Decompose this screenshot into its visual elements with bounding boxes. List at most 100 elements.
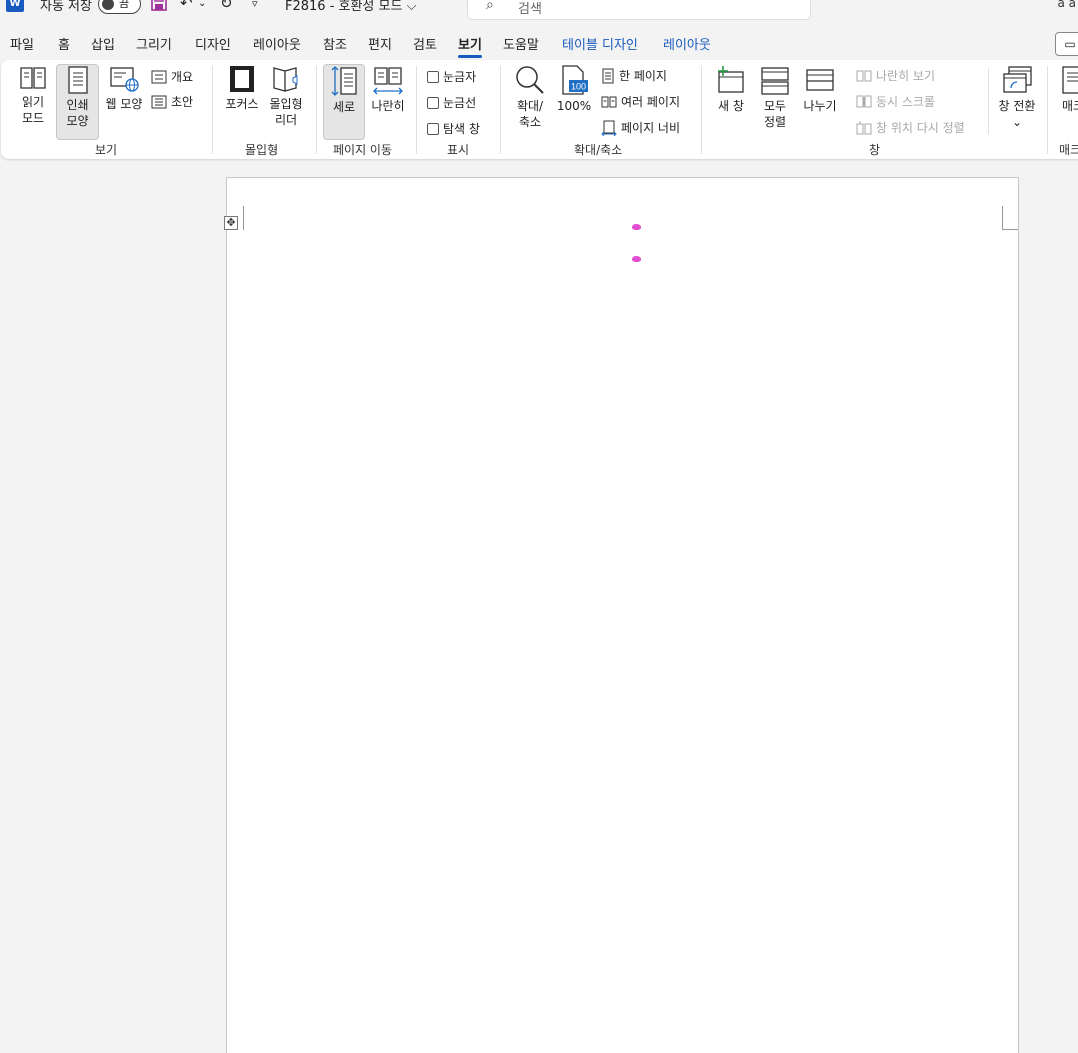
- vertical-scroll-icon: [331, 66, 357, 96]
- tab-view[interactable]: 보기: [458, 34, 482, 58]
- vertical-button[interactable]: 세로: [323, 64, 365, 140]
- reset-window-position-button[interactable]: 창 위치 다시 정렬: [856, 119, 965, 136]
- document-title[interactable]: F2816 - 호환성 모드 ⌵: [285, 0, 416, 14]
- synchronous-scrolling-button[interactable]: 동시 스크롤: [856, 93, 935, 110]
- gridlines-checkbox[interactable]: 눈금선: [427, 94, 476, 111]
- toggle-knob: [102, 0, 114, 10]
- ribbon-view: 읽기 모드 인쇄 모양 웹 모양 개요 초안 보기 포커스 몰입형 리더 몰입형…: [1, 60, 1078, 159]
- page-width-button[interactable]: 페이지 너비: [601, 119, 680, 136]
- zoom-group-label: 확대/축소: [574, 143, 623, 157]
- multiple-pages-button[interactable]: 여러 페이지: [601, 93, 680, 110]
- comment-icon: ▭: [1064, 37, 1076, 51]
- redo-icon[interactable]: ↻: [220, 0, 233, 12]
- autosave-state: 끔: [119, 0, 130, 10]
- tab-design[interactable]: 디자인: [195, 34, 231, 53]
- tab-file[interactable]: 파일: [10, 34, 34, 53]
- tab-help[interactable]: 도움말: [503, 34, 539, 53]
- table-move-handle-icon[interactable]: ✥: [224, 216, 238, 230]
- tab-mailings[interactable]: 편지: [368, 34, 392, 53]
- read-mode-button[interactable]: 읽기 모드: [13, 64, 53, 126]
- one-page-button[interactable]: 한 페이지: [601, 67, 667, 84]
- new-window-icon: [718, 66, 744, 93]
- read-mode-icon: [20, 67, 46, 89]
- macros-icon: [1062, 66, 1078, 94]
- multiple-pages-icon: [601, 96, 617, 107]
- tab-insert[interactable]: 삽입: [91, 34, 115, 53]
- focus-icon: [230, 66, 254, 92]
- reset-window-position-icon: [856, 120, 872, 134]
- undo-icon[interactable]: ↶: [180, 0, 193, 12]
- user-name[interactable]: a a: [1057, 0, 1076, 10]
- outline-button[interactable]: 개요: [151, 68, 193, 85]
- zoom-button[interactable]: 확대/ 축소: [509, 64, 551, 130]
- ruler-label: 눈금자: [443, 70, 477, 84]
- view-side-by-side-button[interactable]: 나란히 보기: [856, 67, 935, 84]
- autosave-toggle[interactable]: 끔: [98, 0, 141, 14]
- search-box[interactable]: ⌕ 검색: [467, 0, 811, 20]
- word-app-icon: W: [6, 0, 24, 12]
- macros-group-label: 매크: [1059, 143, 1078, 157]
- view-side-by-side-icon: [856, 70, 872, 81]
- page-movement-group-label: 페이지 이동: [333, 143, 393, 157]
- page-width-label: 페이지 너비: [621, 121, 681, 135]
- multiple-pages-label: 여러 페이지: [621, 95, 681, 109]
- crop-mark-top-left: [243, 206, 244, 230]
- separator: [500, 66, 501, 154]
- customize-qat-icon[interactable]: ▿: [252, 0, 258, 10]
- arrange-all-label-2: 정렬: [763, 115, 787, 129]
- tab-references[interactable]: 참조: [323, 34, 347, 53]
- macros-button[interactable]: 매크: [1055, 64, 1078, 114]
- print-layout-label-2: 모양: [66, 114, 89, 128]
- tab-review[interactable]: 검토: [413, 34, 437, 53]
- tab-table-layout[interactable]: 레이아웃: [663, 34, 711, 53]
- arrange-all-label-1: 모두: [763, 99, 787, 113]
- new-window-button[interactable]: 새 창: [711, 64, 751, 114]
- separator: [701, 66, 702, 154]
- web-layout-button[interactable]: 웹 모양: [102, 64, 146, 112]
- checkbox-icon: [427, 70, 439, 83]
- search-icon: ⌕: [486, 0, 494, 13]
- view-side-by-side-label: 나란히 보기: [876, 69, 936, 83]
- side-to-side-button[interactable]: 나란히: [367, 64, 409, 114]
- tab-table-design[interactable]: 테이블 디자인: [562, 34, 638, 53]
- navigation-pane-checkbox[interactable]: 탐색 창: [427, 120, 480, 137]
- zoom-100-badge: 100: [571, 82, 586, 92]
- focus-button[interactable]: 포커스: [221, 64, 263, 112]
- print-layout-button[interactable]: 인쇄 모양: [56, 64, 99, 140]
- switch-windows-button[interactable]: 창 전환 ⌄: [993, 64, 1041, 130]
- outline-label: 개요: [171, 70, 194, 84]
- tab-home[interactable]: 홈: [58, 34, 70, 53]
- split-icon: [806, 69, 834, 91]
- draft-icon: [151, 95, 167, 108]
- checkbox-icon: [427, 122, 439, 135]
- gridlines-label: 눈금선: [443, 96, 477, 110]
- paragraph-mark: [632, 256, 641, 262]
- separator: [316, 66, 317, 154]
- views-group-label: 보기: [95, 143, 118, 157]
- checkbox-icon: [427, 96, 439, 109]
- zoom-100-icon: 100: [562, 65, 588, 95]
- undo-dropdown-icon[interactable]: ⌄: [198, 0, 206, 9]
- split-label: 나누기: [803, 99, 837, 113]
- side-to-side-label: 나란히: [371, 99, 405, 113]
- print-layout-icon: [67, 66, 88, 94]
- switch-windows-chevron-icon: ⌄: [1011, 115, 1023, 129]
- document-page[interactable]: ✥: [224, 177, 1019, 1053]
- ruler-checkbox[interactable]: 눈금자: [427, 68, 476, 85]
- side-to-side-icon: [373, 67, 403, 95]
- zoom-100-button[interactable]: 100 100%: [554, 64, 594, 114]
- save-icon[interactable]: [150, 0, 168, 16]
- arrange-all-button[interactable]: 모두 정렬: [755, 64, 795, 130]
- draft-button[interactable]: 초안: [151, 93, 193, 110]
- vertical-label: 세로: [332, 100, 356, 114]
- immersive-reader-button[interactable]: 몰입형 리더: [265, 64, 307, 128]
- separator: [1047, 66, 1048, 154]
- comments-button[interactable]: ▭: [1055, 32, 1078, 56]
- split-button[interactable]: 나누기: [798, 64, 842, 114]
- separator: [416, 66, 417, 154]
- crop-mark-top-right: [1002, 206, 1018, 230]
- tab-layout[interactable]: 레이아웃: [253, 34, 301, 53]
- tab-draw[interactable]: 그리기: [136, 34, 172, 53]
- reset-window-position-label: 창 위치 다시 정렬: [876, 121, 965, 135]
- immersive-reader-label-2: 리더: [274, 113, 298, 127]
